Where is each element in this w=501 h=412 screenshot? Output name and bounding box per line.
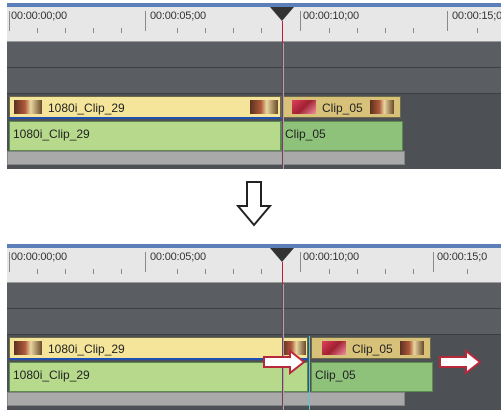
cut-line (283, 43, 284, 169)
shift-right-arrow-icon (263, 349, 306, 375)
clip-thumbnail (292, 100, 316, 114)
clip-label: Clip_05 (285, 127, 326, 141)
clip-thumbnail (14, 100, 42, 114)
timecode-label: 00:00:15;0 (452, 10, 501, 22)
clip-thumbnail (14, 341, 42, 355)
cut-line (309, 336, 310, 410)
clip-label: Clip_05 (315, 368, 356, 382)
playhead-handle[interactable] (270, 248, 294, 262)
empty-track (7, 283, 501, 335)
ruler-range-bar (7, 244, 501, 248)
clip-thumbnail (250, 100, 278, 114)
clip-label: 1080i_Clip_29 (13, 127, 90, 141)
audio-clip-1080i-clip-29[interactable]: 1080i_Clip_29 (9, 121, 281, 151)
ruler-tick (300, 11, 301, 31)
time-ruler[interactable]: 00:00:00;00 00:00:05;00 00:00:10;00 00:0… (7, 3, 501, 42)
ruler-tick (300, 252, 301, 272)
ruler-tick (447, 11, 448, 31)
timecode-label: 00:00:15;0 (437, 251, 487, 263)
track-bar (7, 392, 405, 406)
cut-line (283, 284, 284, 410)
clip-label: 1080i_Clip_29 (48, 101, 125, 115)
timecode-label: 00:00:00;00 (11, 10, 67, 22)
video-clip-clip-05[interactable]: Clip_05 (281, 96, 401, 118)
clip-thumbnail (400, 341, 424, 355)
shift-right-arrow-icon (439, 349, 482, 375)
ruler-tick (145, 252, 146, 272)
ruler-tick (433, 252, 434, 272)
clip-thumbnail (370, 100, 394, 114)
audio-clip-clip-05[interactable]: Clip_05 (311, 362, 433, 392)
timecode-label: 00:00:05;00 (150, 251, 206, 263)
empty-track (7, 42, 501, 94)
clip-label: Clip_05 (322, 101, 363, 115)
timecode-label: 00:00:00;00 (11, 251, 67, 263)
track-bar (7, 151, 405, 165)
timecode-label: 00:00:10;00 (303, 251, 359, 263)
clip-label: Clip_05 (352, 342, 393, 356)
ruler-tick (9, 252, 10, 272)
timeline-after: 00:00:00;00 00:00:05;00 00:00:10;00 00:0… (7, 244, 501, 410)
clip-label: 1080i_Clip_29 (13, 368, 90, 382)
ruler-tick (145, 11, 146, 31)
timeline-before: 00:00:00;00 00:00:05;00 00:00:10;00 00:0… (7, 3, 501, 169)
down-arrow-icon (235, 181, 273, 227)
clip-thumbnail (322, 341, 346, 355)
timecode-label: 00:00:05;00 (150, 10, 206, 22)
audio-clip-clip-05[interactable]: Clip_05 (281, 121, 403, 151)
ruler-tick (9, 11, 10, 31)
video-clip-1080i-clip-29[interactable]: 1080i_Clip_29 (9, 96, 281, 118)
time-ruler[interactable]: 00:00:00;00 00:00:05;00 00:00:10;00 00:0… (7, 244, 501, 283)
timecode-label: 00:00:10;00 (303, 10, 359, 22)
ruler-range-bar (7, 3, 501, 7)
clip-label: 1080i_Clip_29 (48, 342, 125, 356)
video-clip-clip-05[interactable]: Clip_05 (311, 337, 431, 359)
playhead-handle[interactable] (270, 7, 294, 21)
